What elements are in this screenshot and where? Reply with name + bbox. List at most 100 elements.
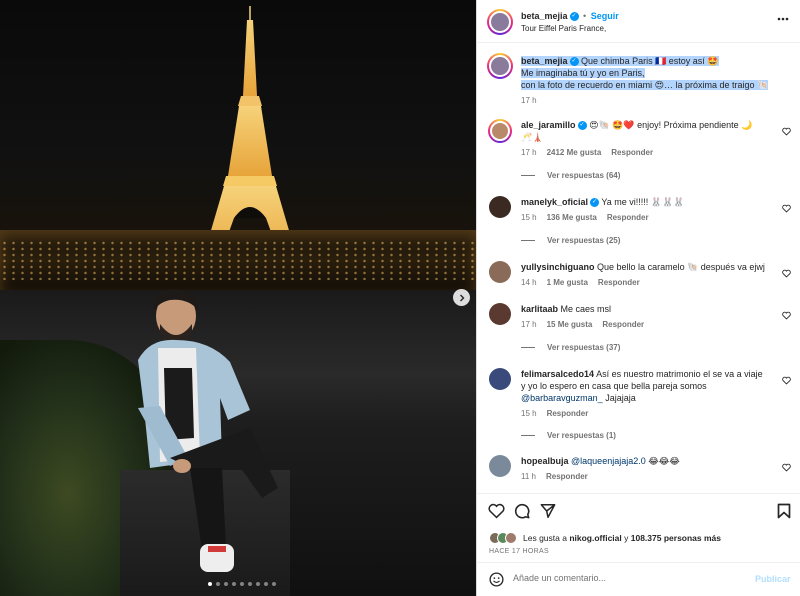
comment-time: 14 h	[521, 278, 537, 287]
post-side-panel: beta_mejia ✓ • Seguir Tour Eiffel Paris F…	[476, 0, 800, 596]
heart-icon[interactable]	[782, 376, 791, 385]
man-posing	[138, 289, 278, 572]
heart-icon[interactable]	[782, 204, 791, 213]
carousel-dot	[256, 582, 260, 586]
caption-username[interactable]: beta_mejia	[521, 56, 568, 66]
more-horizontal-icon[interactable]	[777, 17, 789, 21]
bookmark-icon[interactable]	[777, 503, 791, 519]
comment-likes[interactable]: 2412 Me gusta	[547, 148, 602, 157]
heart-icon[interactable]	[488, 503, 505, 519]
view-replies-label: Ver respuestas (64)	[547, 171, 621, 180]
reply-button[interactable]: Responder	[546, 472, 588, 481]
comment-username[interactable]: karlitaab	[521, 304, 558, 314]
send-icon[interactable]	[540, 503, 556, 519]
comment-mention[interactable]: @laqueenjajaja2.0	[571, 456, 646, 466]
carousel-dot	[240, 582, 244, 586]
view-replies-button[interactable]: Ver respuestas (25)	[521, 236, 620, 245]
author-username[interactable]: beta_mejia	[521, 11, 568, 21]
comment-text: Me caes msl	[560, 304, 612, 314]
city-lights	[0, 240, 476, 280]
comment-text-after: Jajajaja	[605, 393, 636, 403]
comment-time: 11 h	[521, 472, 536, 481]
view-replies-label: Ver respuestas (1)	[547, 431, 616, 440]
heart-icon[interactable]	[782, 127, 791, 136]
post-photo[interactable]	[0, 0, 476, 596]
post-time: HACE 17 HORAS	[489, 548, 549, 555]
reply-button[interactable]: Responder	[611, 148, 653, 157]
carousel-dot	[272, 582, 276, 586]
heart-icon[interactable]	[782, 311, 791, 320]
comment-mention[interactable]: @barbaravguzman_	[521, 393, 603, 403]
likes-summary[interactable]: Les gusta a nikog.official y 108.375 per…	[489, 532, 721, 544]
comment-likes[interactable]: 15 Me gusta	[547, 320, 593, 329]
comment-text-extra: 🥂🗼	[521, 132, 544, 142]
comment-likes[interactable]: 1 Me gusta	[547, 278, 588, 287]
comment-username[interactable]: hopealbuja	[521, 456, 569, 466]
comment-username[interactable]: manelyk_oficial	[521, 197, 588, 207]
caption-text-3: con la foto de recuerdo en miami 😍… la p…	[521, 80, 769, 90]
chevron-right-icon	[459, 294, 464, 301]
post-location[interactable]: Tour Eiffel Paris France,	[521, 24, 606, 33]
view-replies-label: Ver respuestas (37)	[547, 343, 621, 352]
comment-text: 😍🐚 🤩❤️ enjoy! Próxima pendiente 🌙	[589, 120, 753, 130]
comment-username[interactable]: ale_jaramillo	[521, 120, 576, 130]
comment-text: Que bello la caramelo 🐚 después va ejwj	[597, 262, 765, 272]
reply-button[interactable]: Responder	[547, 409, 589, 418]
comments-scroll[interactable]: beta_mejia ✓ Que chimba Paris 🇫🇷 estoy as…	[477, 43, 800, 493]
post-comment-button[interactable]: Publicar	[755, 574, 791, 584]
comment-username[interactable]: yullysinchiguano	[521, 262, 595, 272]
verified-icon: ✓	[590, 198, 600, 208]
caption-avatar[interactable]	[487, 53, 513, 79]
author-avatar[interactable]	[487, 9, 513, 35]
carousel-dot	[248, 582, 252, 586]
commenter-avatar[interactable]	[489, 261, 511, 283]
commenter-avatar[interactable]	[489, 303, 511, 325]
post-header: beta_mejia ✓ • Seguir Tour Eiffel Paris F…	[477, 0, 800, 43]
comment-text: Ya me vi!!!!! 🐰🐰🐰	[601, 197, 685, 207]
comment-likes[interactable]: 136 Me gusta	[547, 213, 597, 222]
reply-button[interactable]: Responder	[598, 278, 640, 287]
view-replies-button[interactable]: Ver respuestas (37)	[521, 343, 620, 352]
commenter-avatar[interactable]	[489, 455, 511, 477]
add-comment-bar: Publicar	[477, 562, 800, 596]
comment-input[interactable]	[513, 573, 743, 583]
comment-icon[interactable]	[514, 503, 530, 519]
comment-username[interactable]: felimarsalcedo14	[521, 369, 594, 379]
comment-time: 15 h	[521, 409, 537, 418]
view-replies-button[interactable]: Ver respuestas (64)	[521, 171, 620, 180]
liked-by-suffix: y	[624, 533, 629, 543]
heart-icon[interactable]	[782, 463, 791, 472]
liker-avatar	[505, 532, 517, 544]
post-actions: Les gusta a nikog.official y 108.375 per…	[477, 493, 800, 560]
carousel-dots	[208, 582, 276, 586]
view-replies-button[interactable]: Ver respuestas (1)	[521, 431, 616, 440]
commenter-avatar[interactable]	[489, 196, 511, 218]
reply-button[interactable]: Responder	[607, 213, 649, 222]
emoji-icon[interactable]	[489, 572, 504, 587]
liked-by-prefix: Les gusta a	[523, 533, 567, 543]
view-replies-label: Ver respuestas (25)	[547, 236, 621, 245]
carousel-dot	[216, 582, 220, 586]
comment-text: 😂😂😂	[648, 456, 680, 466]
carousel-dot	[224, 582, 228, 586]
separator-dot: •	[583, 11, 587, 21]
caption-time: 17 h	[521, 96, 537, 105]
caption-text-1: Que chimba Paris 🇫🇷 estoy así 🤩	[581, 56, 719, 66]
verified-icon: ✓	[569, 12, 579, 22]
liked-by-user[interactable]: nikog.official	[569, 533, 621, 543]
heart-icon[interactable]	[782, 269, 791, 278]
carousel-dot	[232, 582, 236, 586]
carousel-dot	[208, 582, 212, 586]
commenter-avatar[interactable]	[489, 368, 511, 390]
next-photo-button[interactable]	[453, 289, 470, 306]
verified-icon: ✓	[569, 57, 579, 67]
reply-button[interactable]: Responder	[602, 320, 644, 329]
comment-time: 15 h	[521, 213, 537, 222]
commenter-avatar[interactable]	[488, 119, 512, 143]
comment-time: 17 h	[521, 320, 537, 329]
verified-icon: ✓	[577, 121, 587, 131]
comment-time: 17 h	[521, 148, 537, 157]
caption-text-2: Me imaginaba tú y yo en Paris,	[521, 68, 645, 78]
liked-by-count[interactable]: 108.375 personas más	[631, 533, 721, 543]
follow-button[interactable]: Seguir	[591, 11, 619, 21]
